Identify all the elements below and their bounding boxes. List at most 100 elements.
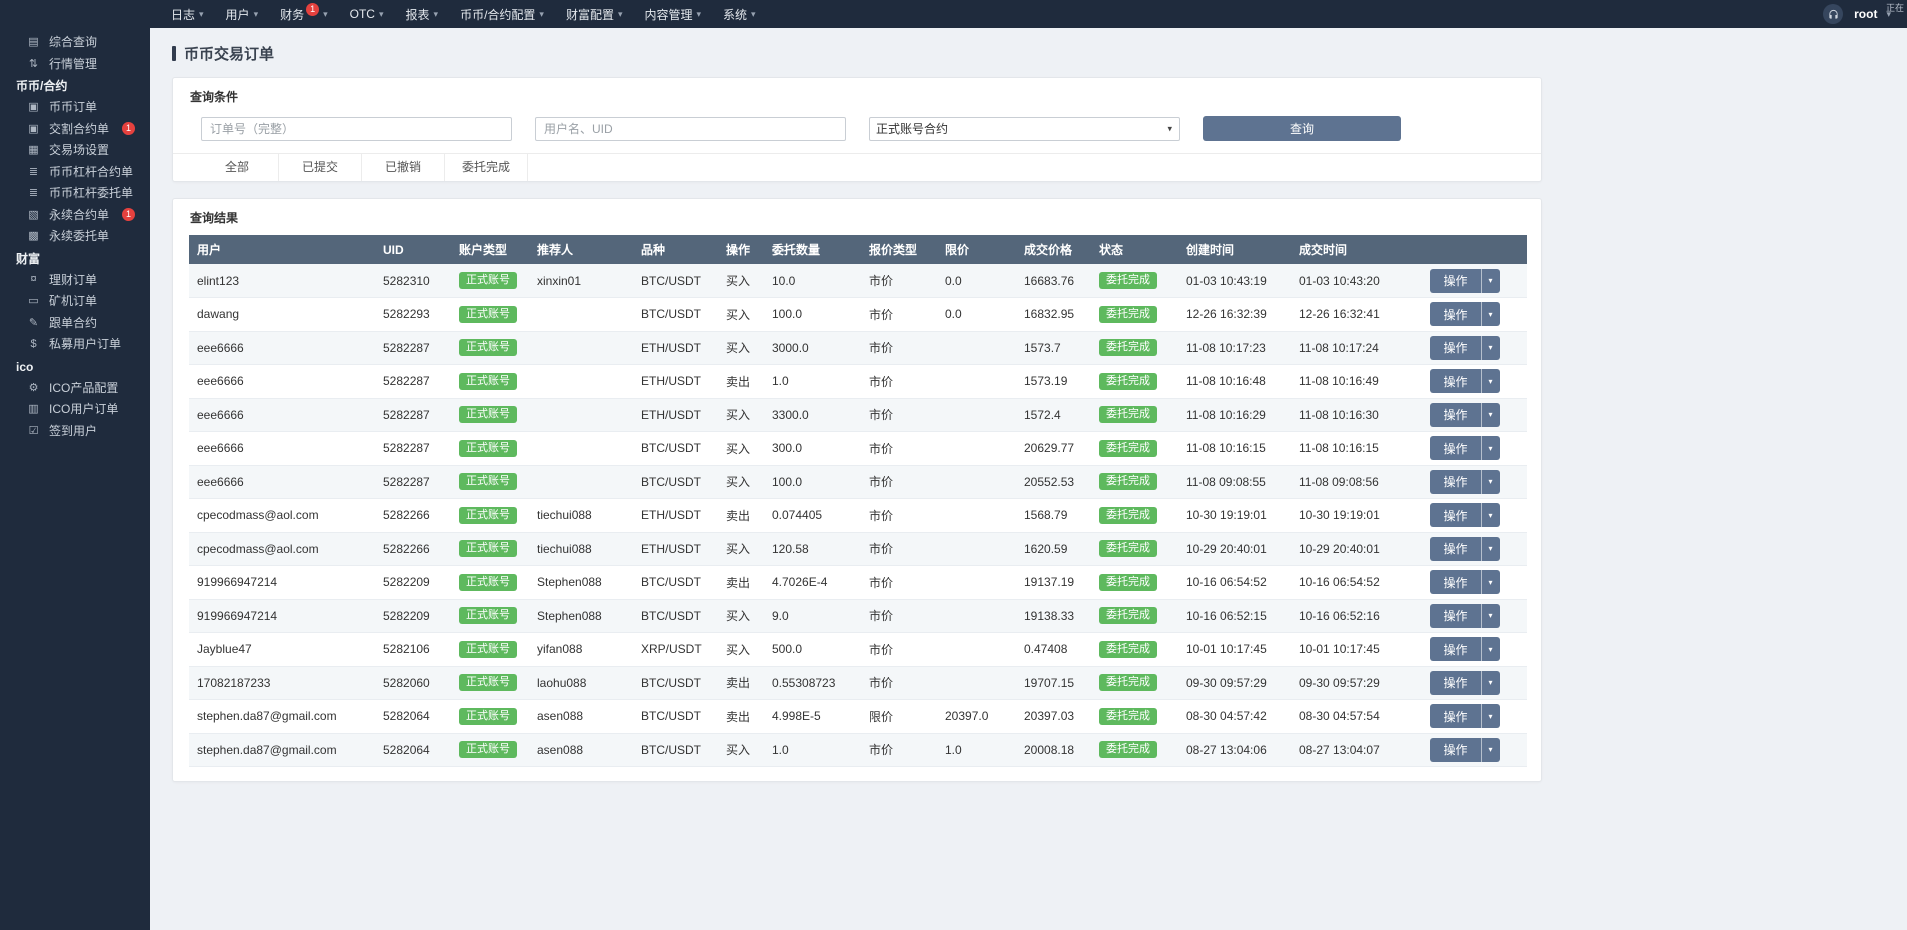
- row-action-dropdown[interactable]: ▾: [1481, 637, 1500, 661]
- cell-account_type: 正式账号: [451, 733, 529, 767]
- order-id-input[interactable]: [201, 117, 512, 141]
- status-badge: 委托完成: [1099, 373, 1157, 390]
- cell-deal_price: 16832.95: [1016, 298, 1091, 332]
- row-action-button[interactable]: 操作: [1430, 570, 1480, 594]
- sidebar-item-3-0[interactable]: ⚙ICO产品配置: [0, 377, 150, 399]
- filter-tab-2[interactable]: 已撤销: [362, 154, 445, 181]
- cell-uid: 5282064: [375, 700, 451, 734]
- status-badge: 委托完成: [1099, 272, 1157, 289]
- row-action-button[interactable]: 操作: [1430, 604, 1480, 628]
- cell-referrer: [529, 298, 633, 332]
- cell-referrer: yifan088: [529, 633, 633, 667]
- sidebar-item-0-0[interactable]: ▤综合查询: [0, 31, 150, 53]
- cell-account_type: 正式账号: [451, 432, 529, 466]
- status-badge: 委托完成: [1099, 507, 1157, 524]
- row-action-dropdown[interactable]: ▾: [1481, 369, 1500, 393]
- sidebar-item-2-1[interactable]: ▭矿机订单: [0, 290, 150, 312]
- sidebar-item-3-1[interactable]: ▥ICO用户订单: [0, 398, 150, 420]
- chevron-down-icon: ▾: [199, 9, 204, 20]
- cell-amount: 300.0: [764, 432, 861, 466]
- topnav-item-3[interactable]: OTC▾: [339, 0, 395, 28]
- row-action-button[interactable]: 操作: [1430, 503, 1480, 527]
- row-action-dropdown[interactable]: ▾: [1481, 570, 1500, 594]
- row-action-button[interactable]: 操作: [1430, 637, 1480, 661]
- row-action-dropdown[interactable]: ▾: [1481, 738, 1500, 762]
- cell-status: 委托完成: [1091, 633, 1178, 667]
- sidebar-item-1-2[interactable]: ▦交易场设置: [0, 139, 150, 161]
- cell-limit_price: [937, 331, 1016, 365]
- row-action-dropdown[interactable]: ▾: [1481, 704, 1500, 728]
- username-uid-input[interactable]: [535, 117, 846, 141]
- cell-account_type: 正式账号: [451, 666, 529, 700]
- chevron-down-icon: ▾: [379, 9, 384, 20]
- row-action-dropdown[interactable]: ▾: [1481, 604, 1500, 628]
- topnav-item-2[interactable]: 财务1▾: [269, 0, 339, 28]
- row-action-button[interactable]: 操作: [1430, 671, 1480, 695]
- row-action-button[interactable]: 操作: [1430, 269, 1480, 293]
- row-action-dropdown[interactable]: ▾: [1481, 436, 1500, 460]
- row-action-dropdown[interactable]: ▾: [1481, 470, 1500, 494]
- sidebar-item-1-5[interactable]: ▧永续合约单1: [0, 204, 150, 226]
- title-accent-bar: [172, 46, 176, 61]
- row-action-button[interactable]: 操作: [1430, 369, 1480, 393]
- row-action-dropdown[interactable]: ▾: [1481, 403, 1500, 427]
- account-type-select[interactable]: 正式账号合约: [869, 117, 1180, 141]
- cell-dealt_at: 10-30 19:19:01: [1291, 499, 1403, 533]
- cell-created_at: 10-29 20:40:01: [1178, 532, 1291, 566]
- search-button[interactable]: 查询: [1203, 116, 1401, 141]
- column-header-10: 状态: [1091, 235, 1178, 264]
- topnav-item-1[interactable]: 用户▾: [215, 0, 270, 28]
- chevron-down-icon: ▾: [1488, 745, 1492, 754]
- topnav-item-4[interactable]: 报表▾: [395, 0, 450, 28]
- cell-deal_price: 16683.76: [1016, 264, 1091, 298]
- filter-tab-1[interactable]: 已提交: [279, 154, 362, 181]
- cell-account_type: 正式账号: [451, 599, 529, 633]
- row-action-button[interactable]: 操作: [1430, 336, 1480, 360]
- table-row: 9199669472145282209正式账号Stephen088BTC/USD…: [189, 599, 1527, 633]
- cell-user: cpecodmass@aol.com: [189, 499, 375, 533]
- topnav-item-5[interactable]: 币币/合约配置▾: [449, 0, 555, 28]
- topnav-item-6[interactable]: 财富配置▾: [555, 0, 634, 28]
- cell-user: eee6666: [189, 365, 375, 399]
- sidebar-item-1-3[interactable]: ≣币币杠杆合约单: [0, 161, 150, 183]
- cell-amount: 4.7026E-4: [764, 566, 861, 600]
- cell-dealt_at: 08-27 13:04:07: [1291, 733, 1403, 767]
- row-action-button[interactable]: 操作: [1430, 470, 1480, 494]
- sidebar-item-1-0[interactable]: ▣币币订单: [0, 96, 150, 118]
- row-action-dropdown[interactable]: ▾: [1481, 302, 1500, 326]
- topnav-item-0[interactable]: 日志▾: [160, 0, 215, 28]
- sidebar-item-2-2[interactable]: ✎跟单合约: [0, 312, 150, 334]
- cell-uid: 5282209: [375, 599, 451, 633]
- filter-tab-0[interactable]: 全部: [196, 154, 279, 181]
- cell-dealt_at: 09-30 09:57:29: [1291, 666, 1403, 700]
- sidebar-item-2-3[interactable]: $私募用户订单: [0, 333, 150, 355]
- row-action-dropdown[interactable]: ▾: [1481, 336, 1500, 360]
- cell-amount: 10.0: [764, 264, 861, 298]
- row-action-button[interactable]: 操作: [1430, 403, 1480, 427]
- support-button[interactable]: [1823, 4, 1843, 24]
- row-action-button[interactable]: 操作: [1430, 302, 1480, 326]
- topnav-item-8[interactable]: 系统▾: [712, 0, 767, 28]
- sidebar-item-1-1[interactable]: ▣交割合约单1: [0, 118, 150, 140]
- row-action-button[interactable]: 操作: [1430, 537, 1480, 561]
- sidebar-item-1-6[interactable]: ▩永续委托单: [0, 225, 150, 247]
- sidebar-item-0-1[interactable]: ⇅行情管理: [0, 53, 150, 75]
- chevron-down-icon: ▾: [1488, 410, 1492, 419]
- row-action-button[interactable]: 操作: [1430, 704, 1480, 728]
- filter-tab-3[interactable]: 委托完成: [445, 154, 528, 181]
- row-action-dropdown[interactable]: ▾: [1481, 503, 1500, 527]
- status-badge: 委托完成: [1099, 440, 1157, 457]
- cell-status: 委托完成: [1091, 465, 1178, 499]
- row-action-button[interactable]: 操作: [1430, 436, 1480, 460]
- row-action-dropdown[interactable]: ▾: [1481, 537, 1500, 561]
- query-panel-title: 查询条件: [173, 78, 1541, 114]
- sidebar-item-1-4[interactable]: ≣币币杠杆委托单: [0, 182, 150, 204]
- column-header-1: UID: [375, 235, 451, 264]
- sidebar-item-2-0[interactable]: ¤理财订单: [0, 269, 150, 291]
- row-action-dropdown[interactable]: ▾: [1481, 671, 1500, 695]
- chevron-down-icon: ▾: [697, 9, 702, 20]
- row-action-button[interactable]: 操作: [1430, 738, 1480, 762]
- row-action-dropdown[interactable]: ▾: [1481, 269, 1500, 293]
- sidebar-item-3-2[interactable]: ☑签到用户: [0, 420, 150, 442]
- topnav-item-7[interactable]: 内容管理▾: [633, 0, 712, 28]
